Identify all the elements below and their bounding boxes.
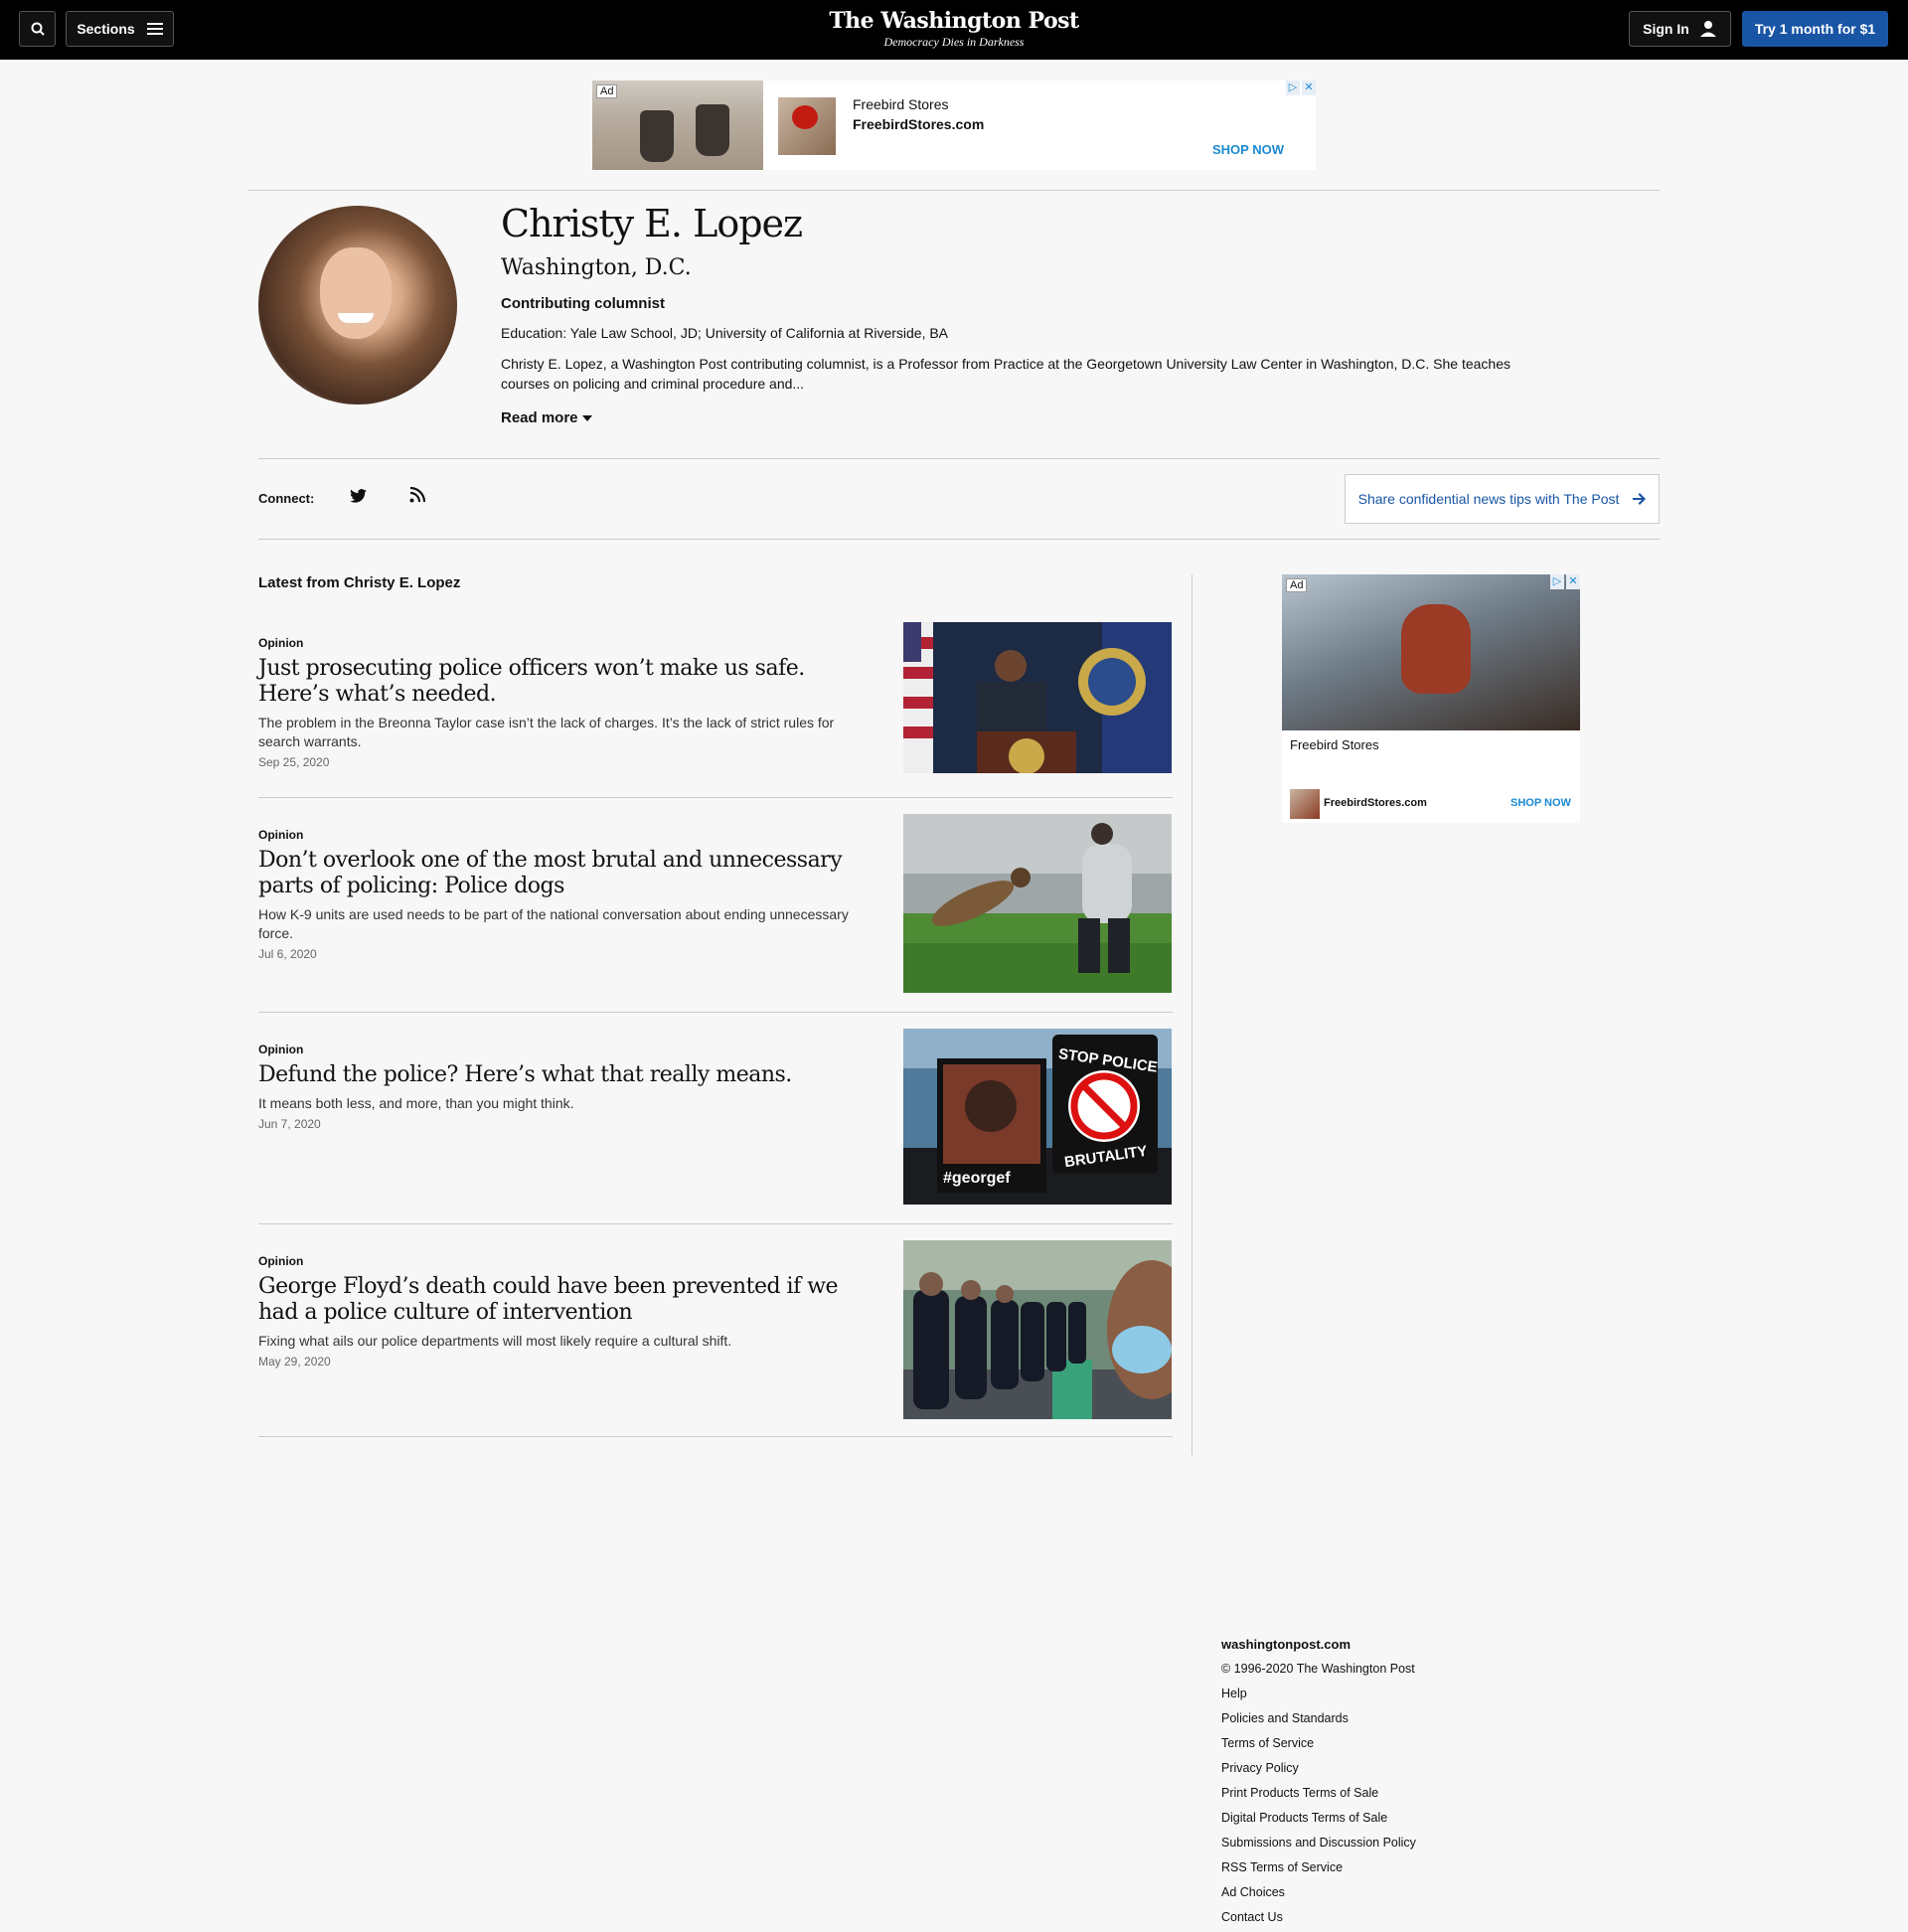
news-tips-button[interactable]: Share confidential news tips with The Po…: [1345, 474, 1660, 524]
article-item[interactable]: Opinion George Floyd’s death could have …: [258, 1240, 1173, 1419]
divider: [258, 1436, 1173, 1437]
footer-link-submissions[interactable]: Submissions and Discussion Policy: [1221, 1831, 1718, 1855]
close-icon[interactable]: ✕: [1302, 80, 1316, 95]
footer-link-policies[interactable]: Policies and Standards: [1221, 1706, 1718, 1731]
shoe-shape: [1401, 604, 1471, 694]
close-icon[interactable]: ✕: [1566, 574, 1580, 589]
divider: [258, 539, 1660, 540]
article-item[interactable]: Opinion Just prosecuting police officers…: [258, 622, 1173, 773]
footer: washingtonpost.com © 1996-2020 The Washi…: [1221, 1632, 1718, 1930]
police-dog-image: [903, 814, 1172, 993]
ad-boots-image: Ad: [592, 80, 763, 170]
article-description: The problem in the Breonna Taylor case i…: [258, 715, 835, 749]
divider: [258, 458, 1660, 459]
ad-badge: Ad: [1286, 578, 1308, 592]
article-image[interactable]: #georgef STOP POLICE BRUTALITY: [903, 1029, 1172, 1205]
sections-menu-button[interactable]: Sections: [66, 11, 174, 47]
top-banner-ad[interactable]: Ad Freebird Stores FreebirdStores.com SH…: [592, 80, 1316, 170]
ad-url[interactable]: FreebirdStores.com: [1324, 797, 1427, 809]
article-item[interactable]: Opinion Defund the police? Here’s what t…: [258, 1029, 1173, 1205]
read-more-button[interactable]: Read more: [501, 409, 592, 426]
footer-site[interactable]: washingtonpost.com: [1221, 1632, 1718, 1657]
search-button[interactable]: [19, 11, 56, 47]
sign-in-button[interactable]: Sign In: [1629, 11, 1731, 47]
sidebar-ad[interactable]: Ad ▷ ✕ Freebird Stores FreebirdStores.co…: [1282, 574, 1580, 823]
subscribe-button[interactable]: Try 1 month for $1: [1742, 11, 1888, 47]
article-image[interactable]: [903, 1240, 1172, 1419]
article-description: It means both less, and more, than you m…: [258, 1095, 574, 1111]
footer-copyright: © 1996-2020 The Washington Post: [1221, 1662, 1415, 1676]
footer-link-help[interactable]: Help: [1221, 1682, 1718, 1706]
user-icon: [1699, 21, 1716, 37]
logo-text: The Washington Post: [829, 8, 1079, 34]
footer-link-print-terms[interactable]: Print Products Terms of Sale: [1221, 1781, 1718, 1806]
article-image[interactable]: [903, 814, 1172, 993]
article-title[interactable]: Defund the police? Here’s what that real…: [258, 1062, 865, 1088]
search-icon: [31, 22, 45, 36]
article-description: How K-9 units are used needs to be part …: [258, 906, 849, 941]
police-line-image: [903, 1240, 1172, 1419]
hamburger-icon: [146, 23, 163, 35]
boot-shape: [640, 110, 674, 162]
top-navigation-bar: Sections The Washington Post Democracy D…: [0, 0, 1908, 60]
ad-choices[interactable]: ▷ ✕: [1550, 574, 1580, 589]
ad-shoe-image: Ad: [1282, 574, 1580, 730]
twitter-icon[interactable]: [350, 489, 367, 503]
hashtag-text: #georgef: [943, 1170, 1011, 1187]
read-more-label: Read more: [501, 409, 578, 426]
article-title[interactable]: Just prosecuting police officers won’t m…: [258, 656, 865, 708]
ad-url[interactable]: FreebirdStores.com: [853, 116, 984, 132]
footer-link-terms[interactable]: Terms of Service: [1221, 1731, 1718, 1756]
footer-link-digital-terms[interactable]: Digital Products Terms of Sale: [1221, 1806, 1718, 1831]
ad-thumbnail: [1290, 789, 1320, 819]
arrow-right-icon: [1633, 493, 1647, 505]
news-tips-label: Share confidential news tips with The Po…: [1357, 491, 1620, 507]
ad-advertiser: Freebird Stores: [1290, 737, 1379, 752]
author-avatar: [258, 206, 457, 404]
divider: [258, 1223, 1173, 1224]
author-education: Education: Yale Law School, JD; Universi…: [501, 325, 949, 341]
divider: [248, 190, 1660, 191]
author-location: Washington, D.C.: [501, 255, 692, 280]
protest-signs-image: #georgef STOP POLICE BRUTALITY: [903, 1029, 1172, 1205]
ad-badge: Ad: [596, 84, 618, 98]
article-description: Fixing what ails our police departments …: [258, 1333, 732, 1349]
article-image[interactable]: [903, 622, 1172, 773]
rss-icon[interactable]: [409, 487, 425, 503]
footer-link-privacy[interactable]: Privacy Policy: [1221, 1756, 1718, 1781]
connect-label: Connect:: [258, 491, 315, 506]
sections-label: Sections: [77, 21, 135, 37]
author-role: Contributing columnist: [501, 295, 665, 312]
footer-link-rss-terms[interactable]: RSS Terms of Service: [1221, 1855, 1718, 1880]
divider: [258, 797, 1173, 798]
article-item[interactable]: Opinion Don’t overlook one of the most b…: [258, 814, 1173, 993]
site-logo[interactable]: The Washington Post Democracy Dies in Da…: [755, 8, 1153, 50]
author-bio: Christy E. Lopez, a Washington Post cont…: [501, 356, 1510, 392]
ad-advertiser: Freebird Stores: [853, 96, 949, 112]
ad-shop-now-button[interactable]: SHOP NOW: [1212, 142, 1284, 157]
avatar-smile: [338, 313, 374, 323]
ad-choices[interactable]: ▷ ✕: [1286, 80, 1316, 95]
ad-shop-now-button[interactable]: SHOP NOW: [1510, 797, 1571, 809]
article-title[interactable]: George Floyd’s death could have been pre…: [258, 1274, 865, 1326]
author-name: Christy E. Lopez: [501, 202, 803, 245]
caret-down-icon: [581, 414, 592, 421]
adchoices-icon[interactable]: ▷: [1550, 574, 1564, 589]
ad-thumbnail: [778, 97, 836, 155]
sign-in-label: Sign In: [1643, 21, 1689, 37]
press-conference-image: [903, 622, 1172, 773]
footer-link-ad-choices[interactable]: Ad Choices: [1221, 1880, 1718, 1905]
divider: [258, 1012, 1173, 1013]
tagline: Democracy Dies in Darkness: [883, 35, 1025, 49]
avatar-face: [320, 247, 392, 339]
latest-heading: Latest from Christy E. Lopez: [258, 574, 461, 591]
adchoices-icon[interactable]: ▷: [1286, 80, 1300, 95]
boot-shape: [696, 104, 729, 156]
article-title[interactable]: Don’t overlook one of the most brutal an…: [258, 848, 865, 899]
footer-link-contact[interactable]: Contact Us: [1221, 1905, 1718, 1930]
